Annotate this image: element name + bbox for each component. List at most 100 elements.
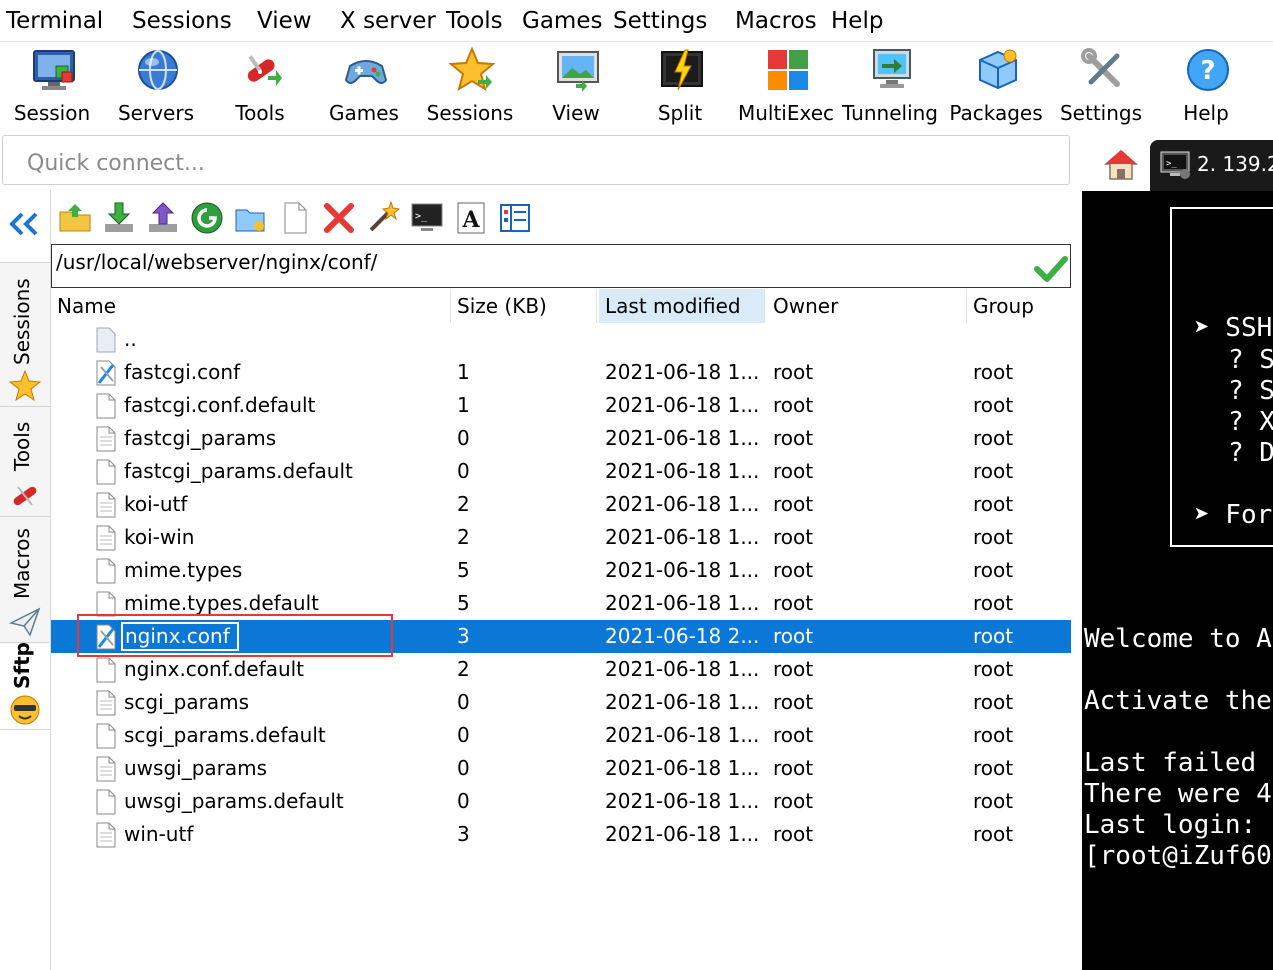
table-row[interactable]: koi-utf 2 2021-06-18 1... root root: [51, 488, 1071, 521]
terminal-box-line: ➤ For: [1194, 500, 1273, 530]
file-owner: root: [773, 558, 814, 582]
file-name: uwsgi_params: [124, 756, 268, 780]
checkmark-icon[interactable]: [1034, 253, 1068, 283]
settings-button[interactable]: Settings: [1049, 43, 1153, 133]
tools-button[interactable]: Tools: [208, 43, 312, 133]
double-chevron-left-icon[interactable]: [6, 208, 42, 240]
table-row[interactable]: scgi_params 0 2021-06-18 1... root root: [51, 686, 1071, 719]
tab-tools-label: Tools: [10, 421, 34, 471]
table-row[interactable]: uwsgi_params.default 0 2021-06-18 1... root…: [51, 785, 1071, 818]
open-folder-icon[interactable]: [233, 200, 269, 236]
table-row[interactable]: uwsgi_params 0 2021-06-18 1... root root: [51, 752, 1071, 785]
multiexec-grid-icon: [768, 50, 808, 90]
tab-sessions[interactable]: Sessions: [0, 262, 50, 406]
list-view-icon[interactable]: [497, 200, 533, 236]
view-button-label: View: [552, 101, 600, 125]
svg-text:?: ?: [1200, 56, 1215, 86]
menu-settings[interactable]: Settings: [613, 6, 707, 36]
file-size: 0: [457, 426, 470, 450]
parent-directory-row[interactable]: ..: [51, 323, 1071, 356]
text-editor-icon[interactable]: A: [453, 200, 489, 236]
sftp-panel: >_ A /usr/local/webserver/nginx/conf/ Na…: [50, 190, 1072, 970]
tab-sftp[interactable]: Sftp: [0, 642, 50, 730]
file-group: root: [973, 558, 1014, 582]
tunneling-button[interactable]: Tunneling: [838, 43, 942, 133]
session-button[interactable]: Session: [0, 43, 104, 133]
menu-sessions[interactable]: Sessions: [132, 6, 232, 36]
sessions-button[interactable]: Sessions: [418, 43, 522, 133]
table-row-selected[interactable]: nginx.conf 3 2021-06-18 2... root root: [51, 620, 1071, 653]
menu-terminal[interactable]: Terminal: [6, 6, 103, 36]
terminal-output[interactable]: ➤ SSH ? S ? S ? X ? D ➤ For Welcome to A…: [1082, 191, 1273, 970]
table-row[interactable]: fastcgi_params 0 2021-06-18 1... root root: [51, 422, 1071, 455]
table-row[interactable]: mime.types.default 5 2021-06-18 1... root ro…: [51, 587, 1071, 620]
table-row[interactable]: scgi_params.default 0 2021-06-18 1... root r…: [51, 719, 1071, 752]
path-bar[interactable]: /usr/local/webserver/nginx/conf/: [51, 244, 1071, 288]
column-header-size[interactable]: Size (KB): [451, 289, 597, 323]
file-size: 2: [457, 525, 470, 549]
column-header-owner[interactable]: Owner: [767, 289, 967, 323]
magic-wand-icon[interactable]: [365, 200, 401, 236]
split-button[interactable]: Split: [628, 43, 732, 133]
text-file-icon: [96, 690, 116, 716]
file-name: mime.types: [124, 558, 243, 582]
file-group: root: [973, 393, 1014, 417]
refresh-icon[interactable]: [189, 200, 225, 236]
column-header-name[interactable]: Name: [51, 289, 451, 323]
terminal-icon[interactable]: >_: [409, 200, 445, 236]
file-owner: root: [773, 657, 814, 681]
file-owner: root: [773, 459, 814, 483]
menu-x-server[interactable]: X server: [340, 6, 436, 36]
blank-file-icon: [96, 657, 116, 683]
download-icon[interactable]: [101, 200, 137, 236]
rename-input[interactable]: nginx.conf: [121, 622, 239, 651]
terminal-box-line: ? X: [1228, 407, 1273, 437]
table-row[interactable]: mime.types 5 2021-06-18 1... root root: [51, 554, 1071, 587]
path-text: /usr/local/webserver/nginx/conf/: [56, 250, 378, 274]
text-file-icon: [96, 822, 116, 848]
parent-folder-file-icon: [96, 327, 116, 353]
file-last-modified: 2021-06-18 1...: [605, 723, 760, 747]
file-last-modified: 2021-06-18 1...: [605, 789, 760, 813]
menu-games[interactable]: Games: [522, 6, 602, 36]
column-header-last-modified[interactable]: Last modified: [599, 289, 765, 323]
session-button-label: Session: [13, 101, 91, 125]
table-row[interactable]: nginx.conf.default 2 2021-06-18 1... root ro…: [51, 653, 1071, 686]
table-row[interactable]: fastcgi.conf 1 2021-06-18 1... root root: [51, 356, 1071, 389]
help-button-label: Help: [1183, 101, 1229, 125]
table-row[interactable]: koi-win 2 2021-06-18 1... root root: [51, 521, 1071, 554]
tab-sessions-label: Sessions: [10, 278, 34, 365]
file-name: nginx.conf.default: [124, 657, 305, 681]
quick-connect-input[interactable]: [2, 135, 1070, 185]
table-row[interactable]: win-utf 3 2021-06-18 1... root root: [51, 818, 1071, 851]
menu-help[interactable]: Help: [831, 6, 883, 36]
menu-view[interactable]: View: [257, 6, 312, 36]
file-owner: root: [773, 591, 814, 615]
games-button[interactable]: Games: [312, 43, 416, 133]
parent-folder-icon[interactable]: [57, 200, 93, 236]
upload-icon[interactable]: [145, 200, 181, 236]
home-tab[interactable]: [1092, 140, 1150, 191]
file-size: 1: [457, 360, 470, 384]
file-owner: root: [773, 624, 814, 648]
multiexec-button[interactable]: MultiExec: [734, 43, 838, 133]
menu-macros[interactable]: Macros: [735, 6, 817, 36]
packages-button[interactable]: Packages: [944, 43, 1048, 133]
table-row[interactable]: fastcgi.conf.default 1 2021-06-18 1... root…: [51, 389, 1071, 422]
file-group: root: [973, 624, 1014, 648]
new-file-icon[interactable]: [277, 200, 313, 236]
tab-tools[interactable]: Tools: [0, 406, 50, 516]
session-tab[interactable]: >_ 2. 139.2: [1150, 140, 1273, 191]
terminal-line: There were 4: [1084, 779, 1272, 809]
file-owner: root: [773, 492, 814, 516]
swiss-knife-icon: [247, 55, 282, 86]
tab-macros[interactable]: Macros: [0, 516, 50, 642]
column-header-group[interactable]: Group: [967, 289, 1071, 323]
file-last-modified: 2021-06-18 1...: [605, 393, 760, 417]
servers-button[interactable]: Servers: [104, 43, 208, 133]
help-button[interactable]: ? Help: [1154, 43, 1258, 133]
view-button[interactable]: View: [524, 43, 628, 133]
table-row[interactable]: fastcgi_params.default 0 2021-06-18 1... ro…: [51, 455, 1071, 488]
delete-icon[interactable]: [321, 200, 357, 236]
menu-tools[interactable]: Tools: [446, 6, 503, 36]
